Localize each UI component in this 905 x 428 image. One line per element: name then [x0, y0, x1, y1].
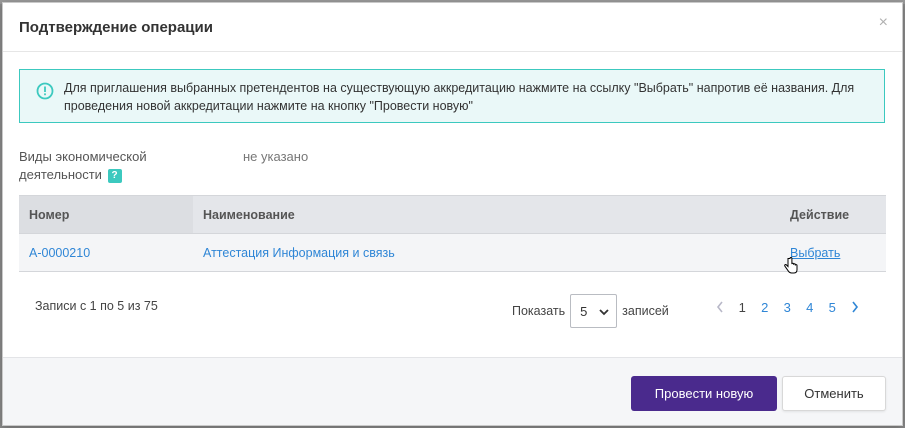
table-row: А-0000210 Аттестация Информация и связь … [19, 233, 886, 272]
column-header-action: Действие [780, 195, 886, 234]
chevron-right-icon [851, 301, 858, 313]
page-2[interactable]: 2 [754, 300, 777, 315]
chevron-down-icon [599, 309, 609, 316]
records-info: Записи с 1 по 5 из 75 [35, 299, 158, 313]
info-circle-icon [36, 82, 54, 100]
alert-text: Для приглашения выбранных претендентов н… [64, 81, 855, 113]
row-number-cell: А-0000210 [19, 233, 193, 272]
row-name-link[interactable]: Аттестация Информация и связь [203, 246, 395, 260]
field-value: не указано [243, 149, 309, 164]
row-name-cell: Аттестация Информация и связь [193, 233, 780, 272]
row-number-link[interactable]: А-0000210 [29, 246, 90, 260]
column-header-number[interactable]: Номер [19, 195, 193, 234]
chevron-left-icon [716, 301, 723, 313]
dialog-header: Подтверждение операции × [3, 3, 902, 52]
info-alert: Для приглашения выбранных претендентов н… [19, 69, 885, 123]
next-page-button[interactable] [844, 299, 866, 315]
close-button[interactable]: × [879, 13, 888, 33]
dialog-footer: Провести новую Отменить [3, 357, 902, 425]
field-label-text: Виды экономической деятельности [19, 149, 147, 182]
confirm-operation-dialog: Подтверждение операции × Для приглашения… [2, 2, 903, 426]
dialog-title: Подтверждение операции [19, 19, 213, 36]
page-size-value: 5 [580, 304, 588, 319]
page-size-select[interactable]: 5 [570, 294, 618, 328]
page-3[interactable]: 3 [776, 300, 799, 315]
hand-cursor-icon [784, 257, 798, 274]
show-label: Показать [512, 304, 566, 318]
table-header-row: Номер Наименование Действие [19, 195, 886, 234]
cancel-button[interactable]: Отменить [782, 376, 886, 411]
records-label: записей [622, 304, 669, 318]
column-header-name[interactable]: Наименование [193, 195, 780, 234]
pagination: 1 2 3 4 5 [709, 299, 866, 315]
page-1[interactable]: 1 [731, 300, 754, 315]
field-label: Виды экономической деятельности ? [19, 148, 179, 184]
prev-page-button[interactable] [709, 299, 731, 315]
page-5[interactable]: 5 [821, 300, 844, 315]
page-4[interactable]: 4 [799, 300, 822, 315]
accreditation-table: Номер Наименование Действие А-0000210 Ат… [19, 195, 886, 272]
page-size-control: Показать 5 записей [512, 294, 669, 328]
help-icon[interactable]: ? [107, 169, 122, 183]
conduct-new-button[interactable]: Провести новую [631, 376, 777, 411]
